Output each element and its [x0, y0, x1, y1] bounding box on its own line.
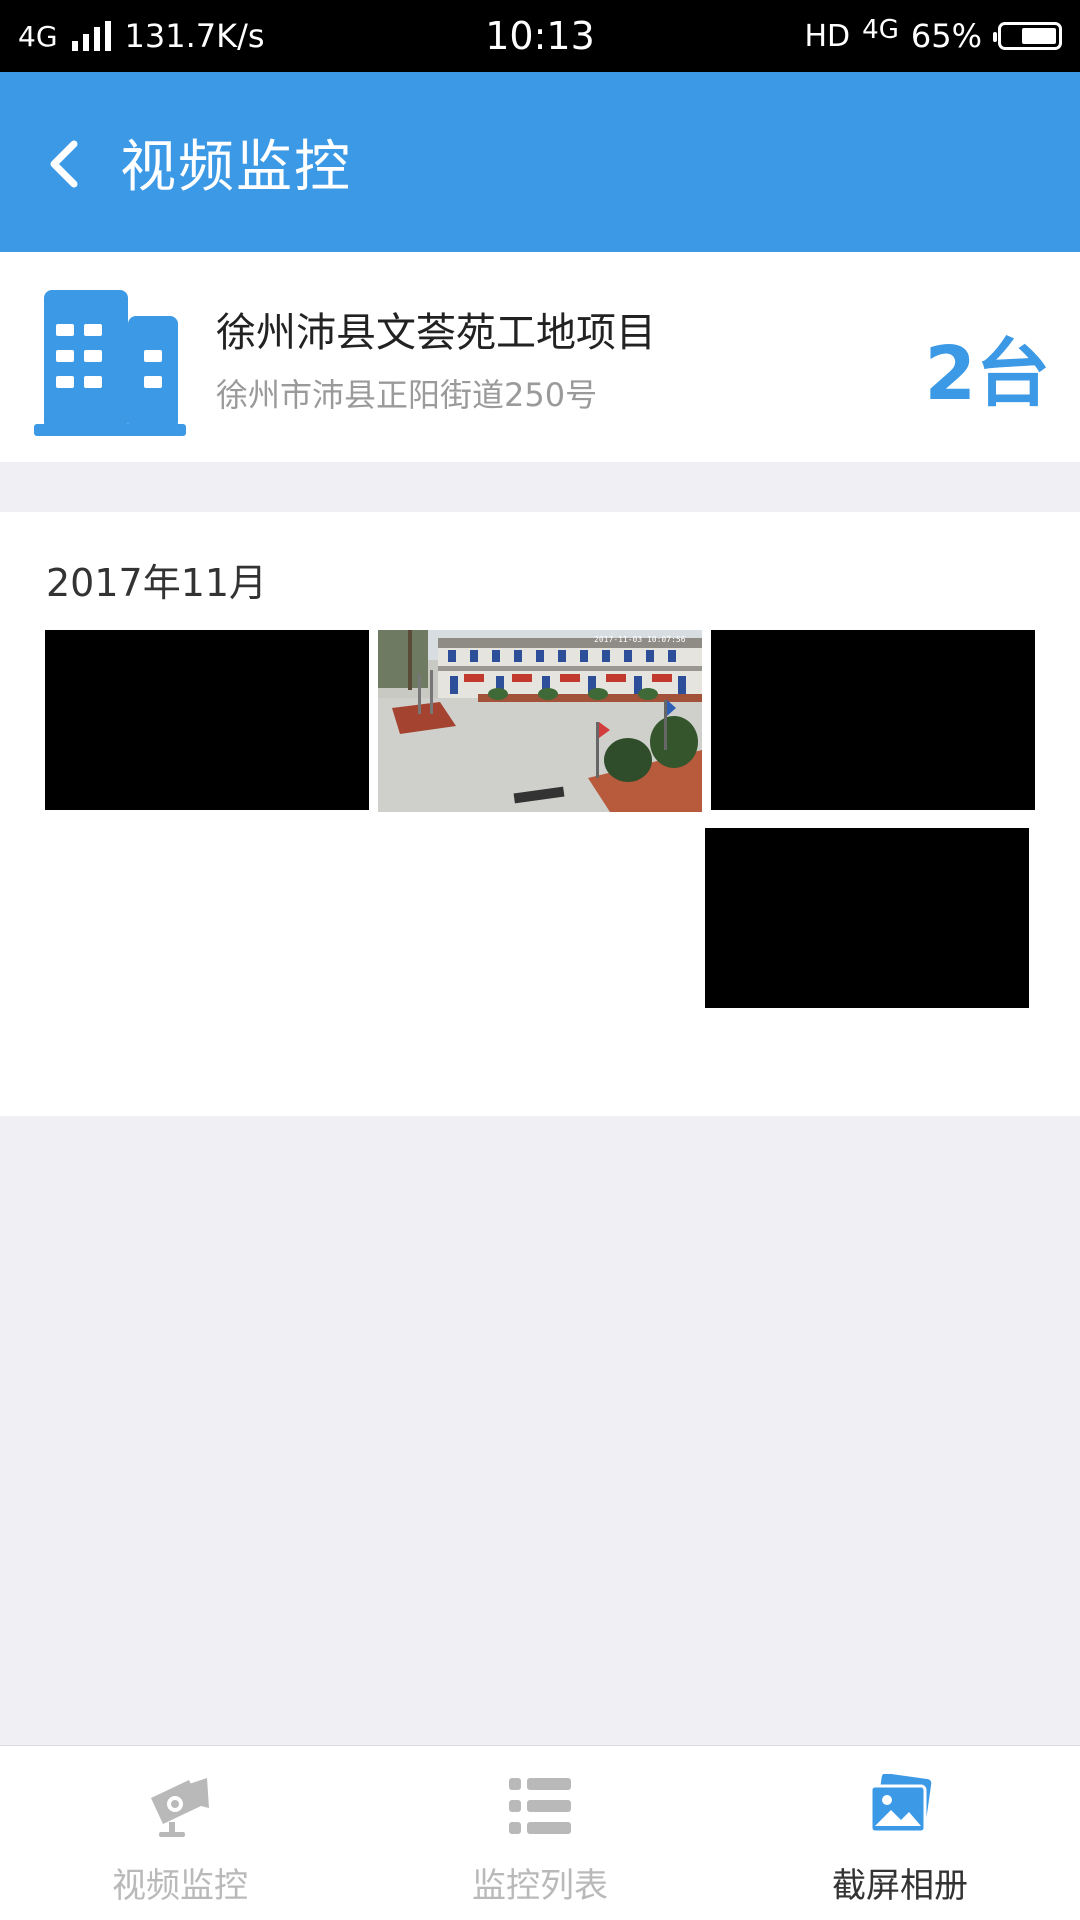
- list-icon: [509, 1778, 571, 1834]
- tab-bar: 视频监控 监控列表 截屏相册: [0, 1745, 1080, 1920]
- project-card[interactable]: 徐州沛县文荟苑工地项目 徐州市沛县正阳街道250号 2台: [0, 252, 1080, 462]
- status-right: HD 4G 65%: [804, 0, 1062, 72]
- screenshot-thumbnail[interactable]: 2017-11-03 10:07:56: [378, 630, 702, 812]
- project-address: 徐州市沛县正阳街道250号: [216, 376, 598, 414]
- status-bar: 4G 131.7K/s 10:13 HD 4G 65%: [0, 0, 1080, 72]
- hd-indicator: HD: [804, 18, 851, 54]
- video-timestamp: 2017-11-03 10:07:56: [594, 635, 686, 644]
- building-icon: [34, 290, 186, 436]
- camera-icon: [151, 1778, 209, 1837]
- tab-monitor-list[interactable]: 监控列表: [360, 1746, 720, 1920]
- nav-bar: 视频监控: [0, 72, 1080, 252]
- tab-label: 监控列表: [472, 1866, 608, 1906]
- tab-screenshot-album[interactable]: 截屏相册: [720, 1746, 1080, 1920]
- project-name: 徐州沛县文荟苑工地项目: [216, 310, 656, 356]
- tab-label: 视频监控: [112, 1866, 248, 1906]
- battery-level: [1022, 28, 1056, 44]
- tab-video-monitor[interactable]: 视频监控: [0, 1746, 360, 1920]
- screenshot-thumbnail[interactable]: [711, 630, 1035, 810]
- album-icon: [869, 1774, 932, 1834]
- back-button[interactable]: [36, 122, 106, 202]
- screenshot-thumbnail[interactable]: [705, 828, 1029, 1008]
- battery-icon: [993, 22, 1062, 50]
- battery-percent: 65%: [910, 17, 982, 55]
- chevron-left-icon: [50, 140, 78, 188]
- network-type-right: 4G: [862, 15, 899, 45]
- screenshot-thumbnail[interactable]: [45, 630, 369, 810]
- site-photo: 2017-11-03 10:07:56: [378, 630, 702, 812]
- screenshot-gallery: 2017年11月 2017-11-03 10:07:56: [0, 512, 1080, 1116]
- page-title: 视频监控: [120, 134, 352, 200]
- month-heading: 2017年11月: [46, 561, 268, 605]
- device-count: 2台: [924, 331, 1051, 417]
- tab-label: 截屏相册: [832, 1866, 968, 1906]
